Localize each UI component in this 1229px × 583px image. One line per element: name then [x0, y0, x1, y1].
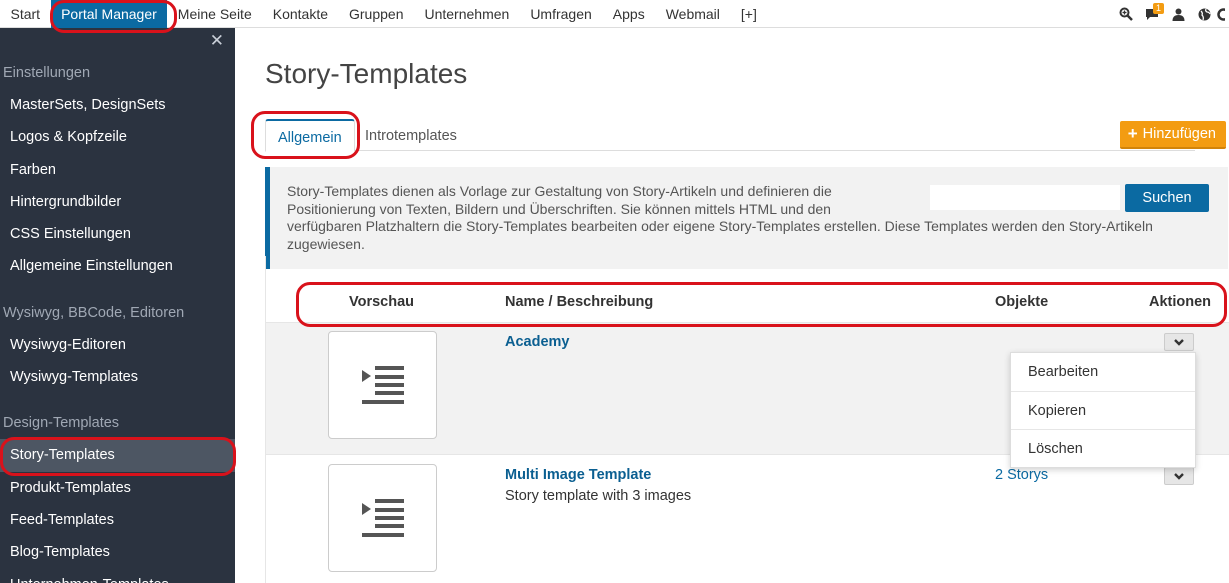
nav-item-umfragen[interactable]: Umfragen: [520, 0, 602, 28]
nav-item-meine-seite[interactable]: Meine Seite: [167, 0, 262, 28]
nav-item-unternehmen[interactable]: Unternehmen: [414, 0, 520, 28]
sidebar-item-logos[interactable]: Logos & Kopfzeile: [0, 121, 235, 153]
close-icon[interactable]: ✕: [210, 31, 224, 51]
sidebar-item-produkt-templates[interactable]: Produkt-Templates: [0, 472, 235, 504]
sidebar-item-unternehmen-templates[interactable]: Unternehmen-Templates: [0, 569, 235, 583]
template-description: Story template with 3 images: [505, 488, 692, 504]
actions-toggle[interactable]: [1164, 467, 1194, 485]
user-icon[interactable]: [1165, 0, 1191, 28]
tab-introtemplates[interactable]: Introtemplates: [353, 119, 469, 152]
sidebar-item-wysiwyg-templates[interactable]: Wysiwyg-Templates: [0, 361, 235, 393]
top-icons: 1: [1113, 0, 1229, 28]
search-input[interactable]: [930, 185, 1120, 210]
nav-item-start[interactable]: Start: [0, 0, 51, 28]
sidebar-item-mastersets[interactable]: MasterSets, DesignSets: [0, 89, 235, 121]
search-button[interactable]: Suchen: [1125, 184, 1209, 212]
sidebar-item-farben[interactable]: Farben: [0, 154, 235, 186]
menu-item-kopieren[interactable]: Kopieren: [1011, 391, 1195, 429]
sidebar-item-blog-templates[interactable]: Blog-Templates: [0, 536, 235, 568]
chat-icon[interactable]: 1: [1139, 0, 1165, 28]
page-title: Story-Templates: [265, 58, 468, 89]
sidebar-section-wysiwyg: Wysiwyg, BBCode, Editoren: [3, 304, 185, 321]
menu-item-bearbeiten[interactable]: Bearbeiten: [1011, 353, 1195, 391]
sidebar-section-design-templates: Design-Templates: [3, 415, 120, 432]
template-preview[interactable]: [328, 464, 437, 572]
menu-item-loeschen[interactable]: Löschen: [1011, 429, 1195, 467]
nav-item-apps[interactable]: Apps: [602, 0, 655, 28]
top-navbar: Start Portal Manager Meine Seite Kontakt…: [0, 0, 1229, 28]
sidebar-item-hintergrundbilder[interactable]: Hintergrundbilder: [0, 186, 235, 218]
actions-dropdown: Bearbeiten Kopieren Löschen: [1010, 352, 1196, 468]
tab-bar: Allgemein Introtemplates: [265, 119, 1195, 152]
sidebar-section-einstellungen: Einstellungen: [3, 65, 91, 81]
sidebar-item-allgemeine-einstellungen[interactable]: Allgemeine Einstellungen: [0, 250, 235, 282]
nav-item-gruppen[interactable]: Gruppen: [339, 0, 414, 28]
sidebar-item-story-templates[interactable]: Story-Templates: [0, 439, 235, 472]
sidebar-item-feed-templates[interactable]: Feed-Templates: [0, 504, 235, 536]
sidebar-item-css[interactable]: CSS Einstellungen: [0, 218, 235, 250]
template-name-link[interactable]: Academy: [505, 334, 569, 350]
table-header: Vorschau Name / Beschreibung Objekte Akt…: [266, 256, 1229, 322]
column-header-objects: Objekte: [995, 294, 1049, 310]
add-button-label: Hinzufügen: [1142, 126, 1216, 142]
main-content: Story-Templates Allgemein Introtemplates…: [235, 28, 1229, 583]
plus-icon: +: [1127, 124, 1138, 143]
add-button[interactable]: + Hinzufügen: [1119, 121, 1226, 149]
objects-count-link[interactable]: 2 Storys: [995, 467, 1048, 483]
sidebar-item-wysiwyg-editoren[interactable]: Wysiwyg-Editoren: [0, 329, 235, 361]
template-preview[interactable]: [328, 331, 437, 439]
indent-icon: [361, 366, 404, 404]
nav-item-webmail[interactable]: Webmail: [655, 0, 730, 28]
info-line: verfügbaren Platzhaltern die Story-Templ…: [287, 218, 1153, 234]
chevron-down-icon: [1174, 338, 1184, 346]
chevron-down-icon: [1174, 472, 1184, 480]
notification-badge: 1: [1153, 3, 1165, 14]
sidebar: ✕ Einstellungen MasterSets, DesignSets L…: [0, 28, 235, 583]
globe-icon[interactable]: [1191, 0, 1217, 28]
template-name-link[interactable]: Multi Image Template: [505, 467, 651, 483]
info-line: zugewiesen.: [287, 235, 365, 252]
column-header-name: Name / Beschreibung: [505, 294, 654, 310]
info-box: Story-Templates dienen als Vorlage zur G…: [265, 167, 1228, 269]
gear-icon[interactable]: [1217, 0, 1229, 28]
tab-allgemein[interactable]: Allgemein: [265, 119, 355, 152]
nav-item-kontakte[interactable]: Kontakte: [262, 0, 338, 28]
actions-toggle[interactable]: [1164, 333, 1194, 351]
nav-item-add[interactable]: [+]: [730, 0, 767, 28]
search-icon[interactable]: [1113, 0, 1139, 28]
indent-icon: [361, 499, 404, 537]
nav-item-portal-manager[interactable]: Portal Manager: [50, 0, 168, 28]
column-header-preview: Vorschau: [349, 294, 415, 310]
column-header-actions: Aktionen: [1149, 294, 1212, 310]
table-row: Multi Image Template Story template with…: [266, 454, 1229, 583]
main-nav: Start Portal Manager Meine Seite Kontakt…: [0, 0, 767, 28]
